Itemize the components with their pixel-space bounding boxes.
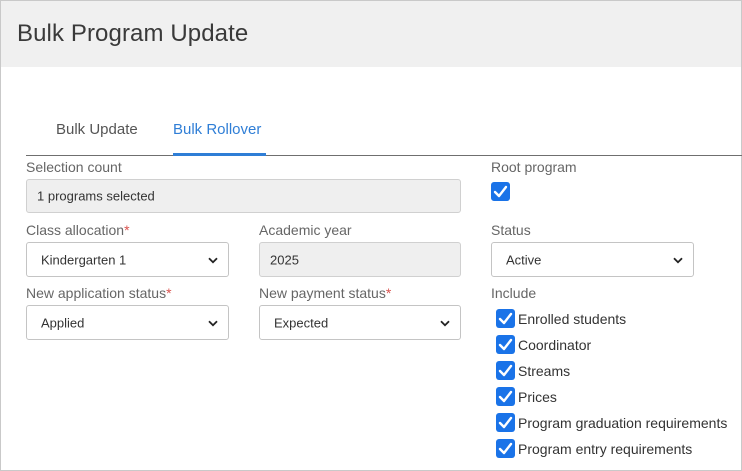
status-label: Status — [491, 222, 531, 238]
root-program-label: Root program — [491, 159, 577, 175]
include-graduation-requirements-label: Program graduation requirements — [518, 415, 728, 431]
academic-year-field: 2025 — [259, 242, 461, 277]
tab-bulk-rollover[interactable]: Bulk Rollover — [173, 121, 261, 138]
include-label: Include — [491, 285, 537, 301]
class-allocation-select[interactable]: Kindergarten 1 — [26, 242, 229, 277]
new-application-status-label: New application status* — [26, 285, 172, 301]
include-prices-label: Prices — [518, 389, 557, 405]
check-icon — [498, 416, 513, 429]
chevron-down-icon — [208, 320, 218, 326]
include-streams-checkbox[interactable] — [496, 361, 515, 380]
new-payment-status-value: Expected — [274, 315, 329, 330]
new-application-status-value: Applied — [41, 315, 85, 330]
root-program-checkbox[interactable] — [491, 182, 510, 201]
academic-year-value: 2025 — [270, 252, 299, 267]
selection-count-value: 1 programs selected — [37, 188, 155, 204]
check-icon — [498, 390, 513, 403]
include-enrolled-students-label: Enrolled students — [518, 311, 627, 327]
required-mark: * — [385, 285, 392, 301]
check-icon — [498, 338, 513, 351]
class-allocation-label: Class allocation* — [26, 222, 130, 238]
chevron-down-icon — [208, 257, 218, 263]
class-allocation-value: Kindergarten 1 — [41, 252, 127, 267]
status-select[interactable]: Active — [491, 242, 694, 277]
status-value: Active — [506, 252, 542, 267]
new-payment-status-label: New payment status* — [259, 285, 392, 301]
include-coordinator-checkbox[interactable] — [496, 335, 515, 354]
tab-bulk-update[interactable]: Bulk Update — [56, 121, 138, 138]
academic-year-label: Academic year — [259, 222, 352, 238]
check-icon — [498, 312, 513, 325]
selection-count-label: Selection count — [26, 159, 122, 175]
new-payment-status-select[interactable]: Expected — [259, 305, 461, 340]
dialog-header: Bulk Program Update — [1, 1, 741, 67]
include-prices-checkbox[interactable] — [496, 387, 515, 406]
selection-count-field: 1 programs selected — [26, 179, 461, 213]
chevron-down-icon — [673, 257, 683, 263]
include-coordinator-label: Coordinator — [518, 337, 592, 353]
check-icon — [498, 442, 513, 455]
check-icon — [493, 185, 508, 198]
tab-divider — [26, 155, 742, 156]
dialog-title: Bulk Program Update — [17, 20, 249, 47]
include-entry-requirements-checkbox[interactable] — [496, 439, 515, 458]
chevron-down-icon — [440, 320, 450, 326]
include-graduation-requirements-checkbox[interactable] — [496, 413, 515, 432]
new-application-status-select[interactable]: Applied — [26, 305, 229, 340]
required-mark: * — [166, 285, 172, 301]
active-tab-indicator — [173, 153, 266, 156]
include-enrolled-students-checkbox[interactable] — [496, 309, 515, 328]
required-mark: * — [124, 222, 130, 238]
include-entry-requirements-label: Program entry requirements — [518, 441, 693, 457]
check-icon — [498, 364, 513, 377]
include-streams-label: Streams — [518, 363, 571, 379]
